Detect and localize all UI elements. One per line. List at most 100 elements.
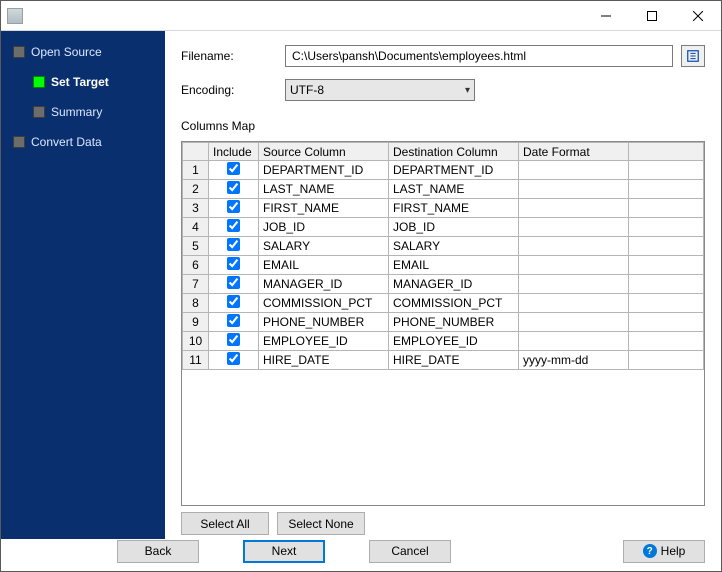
row-number: 10: [183, 332, 209, 351]
source-cell[interactable]: PHONE_NUMBER: [259, 313, 389, 332]
table-row[interactable]: 9PHONE_NUMBERPHONE_NUMBER: [183, 313, 704, 332]
filler-cell: [629, 218, 704, 237]
fmt-cell[interactable]: [519, 332, 629, 351]
fmt-cell[interactable]: [519, 313, 629, 332]
fmt-cell[interactable]: [519, 294, 629, 313]
dest-cell[interactable]: JOB_ID: [389, 218, 519, 237]
include-checkbox[interactable]: [227, 257, 240, 270]
include-checkbox[interactable]: [227, 162, 240, 175]
include-checkbox[interactable]: [227, 352, 240, 365]
include-cell[interactable]: [209, 161, 259, 180]
source-cell[interactable]: JOB_ID: [259, 218, 389, 237]
dest-cell[interactable]: EMAIL: [389, 256, 519, 275]
source-cell[interactable]: SALARY: [259, 237, 389, 256]
source-cell[interactable]: COMMISSION_PCT: [259, 294, 389, 313]
include-cell[interactable]: [209, 351, 259, 370]
source-cell[interactable]: FIRST_NAME: [259, 199, 389, 218]
fmt-cell[interactable]: [519, 218, 629, 237]
columns-grid[interactable]: Include Source Column Destination Column…: [181, 141, 705, 506]
source-cell[interactable]: HIRE_DATE: [259, 351, 389, 370]
select-none-button[interactable]: Select None: [277, 512, 365, 535]
include-checkbox[interactable]: [227, 200, 240, 213]
include-checkbox[interactable]: [227, 314, 240, 327]
header-dest[interactable]: Destination Column: [389, 143, 519, 161]
table-row[interactable]: 4 JOB_IDJOB_ID: [183, 218, 704, 237]
include-checkbox[interactable]: [227, 276, 240, 289]
include-checkbox[interactable]: [227, 333, 240, 346]
step-summary[interactable]: Summary: [29, 101, 165, 123]
app-icon: [7, 8, 23, 24]
dest-cell[interactable]: EMPLOYEE_ID: [389, 332, 519, 351]
back-button[interactable]: Back: [117, 540, 199, 563]
table-row[interactable]: 5 SALARYSALARY: [183, 237, 704, 256]
table-row[interactable]: 3FIRST_NAMEFIRST_NAME: [183, 199, 704, 218]
step-label: Set Target: [51, 75, 109, 89]
table-row[interactable]: 11HIRE_DATEHIRE_DATEyyyy-mm-dd: [183, 351, 704, 370]
dest-cell[interactable]: DEPARTMENT_ID: [389, 161, 519, 180]
dest-cell[interactable]: MANAGER_ID: [389, 275, 519, 294]
row-number: 1: [183, 161, 209, 180]
include-cell[interactable]: [209, 237, 259, 256]
fmt-cell[interactable]: [519, 275, 629, 294]
fmt-cell[interactable]: [519, 161, 629, 180]
row-number: 7: [183, 275, 209, 294]
table-row[interactable]: 6EMAILEMAIL: [183, 256, 704, 275]
wizard-sidebar: Open Source Set Target Summary Convert D…: [1, 31, 165, 539]
include-cell[interactable]: [209, 294, 259, 313]
include-cell[interactable]: [209, 256, 259, 275]
fmt-cell[interactable]: yyyy-mm-dd: [519, 351, 629, 370]
step-set-target[interactable]: Set Target: [29, 71, 165, 93]
include-cell[interactable]: [209, 313, 259, 332]
header-fmt[interactable]: Date Format: [519, 143, 629, 161]
cancel-button[interactable]: Cancel: [369, 540, 451, 563]
close-button[interactable]: [675, 1, 721, 30]
fmt-cell[interactable]: [519, 180, 629, 199]
header-source[interactable]: Source Column: [259, 143, 389, 161]
source-cell[interactable]: DEPARTMENT_ID: [259, 161, 389, 180]
filename-input[interactable]: [285, 45, 673, 67]
dest-cell[interactable]: LAST_NAME: [389, 180, 519, 199]
include-cell[interactable]: [209, 180, 259, 199]
source-cell[interactable]: EMAIL: [259, 256, 389, 275]
row-number: 5: [183, 237, 209, 256]
include-checkbox[interactable]: [227, 181, 240, 194]
dest-cell[interactable]: FIRST_NAME: [389, 199, 519, 218]
titlebar: [1, 1, 721, 31]
maximize-button[interactable]: [629, 1, 675, 30]
source-cell[interactable]: MANAGER_ID: [259, 275, 389, 294]
include-cell[interactable]: [209, 218, 259, 237]
minimize-button[interactable]: [583, 1, 629, 30]
step-open-source[interactable]: Open Source: [9, 41, 165, 63]
dest-cell[interactable]: COMMISSION_PCT: [389, 294, 519, 313]
include-checkbox[interactable]: [227, 219, 240, 232]
main-panel: Filename: Encoding: UTF-8 ▾ Columns Map: [165, 31, 721, 539]
select-all-button[interactable]: Select All: [181, 512, 269, 535]
help-button[interactable]: ? Help: [623, 540, 705, 563]
fmt-cell[interactable]: [519, 199, 629, 218]
next-button[interactable]: Next: [243, 540, 325, 563]
fmt-cell[interactable]: [519, 256, 629, 275]
table-row[interactable]: 8COMMISSION_PCTCOMMISSION_PCT: [183, 294, 704, 313]
browse-button[interactable]: [681, 45, 705, 67]
dest-cell[interactable]: HIRE_DATE: [389, 351, 519, 370]
table-row[interactable]: 2LAST_NAMELAST_NAME: [183, 180, 704, 199]
include-checkbox[interactable]: [227, 238, 240, 251]
include-checkbox[interactable]: [227, 295, 240, 308]
header-include[interactable]: Include: [209, 143, 259, 161]
include-cell[interactable]: [209, 275, 259, 294]
source-cell[interactable]: EMPLOYEE_ID: [259, 332, 389, 351]
table-row[interactable]: 1 DEPARTMENT_IDDEPARTMENT_ID: [183, 161, 704, 180]
table-row[interactable]: 7 MANAGER_IDMANAGER_ID: [183, 275, 704, 294]
encoding-value: UTF-8: [290, 83, 324, 97]
source-cell[interactable]: LAST_NAME: [259, 180, 389, 199]
dest-cell[interactable]: SALARY: [389, 237, 519, 256]
fmt-cell[interactable]: [519, 237, 629, 256]
table-row[interactable]: 10 EMPLOYEE_IDEMPLOYEE_ID: [183, 332, 704, 351]
row-number: 4: [183, 218, 209, 237]
row-number: 11: [183, 351, 209, 370]
step-convert-data[interactable]: Convert Data: [9, 131, 165, 153]
include-cell[interactable]: [209, 332, 259, 351]
include-cell[interactable]: [209, 199, 259, 218]
encoding-select[interactable]: UTF-8 ▾: [285, 79, 475, 101]
dest-cell[interactable]: PHONE_NUMBER: [389, 313, 519, 332]
